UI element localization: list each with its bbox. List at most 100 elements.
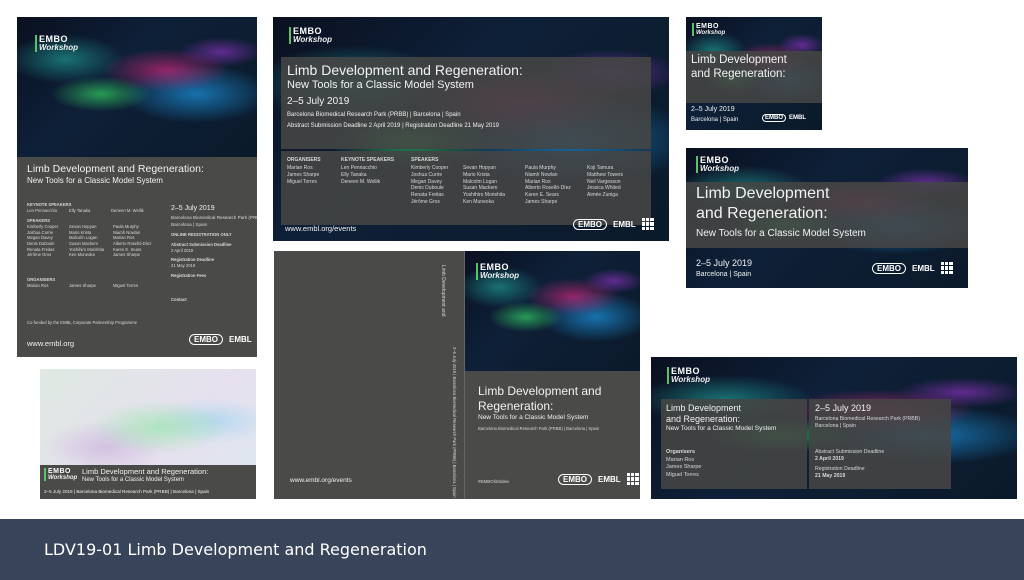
flyer-deadlines: Abstract Submission Deadline 2 April 201… [287,123,500,129]
wide-banner-reg-label: Registration Deadline [815,466,865,472]
footer-bar: LDV19-01 Limb Development and Regenerati… [0,519,1024,580]
organiser-name: Miguel Torres [666,471,699,478]
speaker-name: Jérôme Gros [411,198,440,205]
speaker-name: Aimée Zuniga [587,192,618,198]
poster-speakers-col-3: Paula Murphy Niamh Nowlan Marian Ros Alb… [113,224,151,258]
poster-organisers-label: ORGANISERS [27,277,56,282]
medium-banner-title-2: and Regeneration: [696,205,828,222]
poster-title: Limb Development and Regeneration: [27,163,204,175]
embl-logo: EMBL [613,219,636,229]
organiser-name: Marian Ros [666,457,695,463]
poster-keynote-label: KEYNOTE SPEAKERS [27,202,72,207]
strip-banner-title: Limb Development and Regeneration: [82,467,209,476]
flyer-subtitle: New Tools for a Classic Model System [287,79,474,91]
speaker-name: James Sharpe [525,198,558,205]
embl-grid-icon [940,262,953,274]
speaker-name: Koji Tamura [587,165,614,171]
flyer-brand-logos: EMBO EMBL [573,218,654,230]
keynote-name: Len Pennacchio [341,165,377,171]
poster-organiser-2: James Sharpe [69,283,96,288]
flyer-speakers-label: SPEAKERS [411,157,439,163]
portfolio-canvas: EMBO Workshop Limb Development and Regen… [0,0,1024,580]
poster-abstract-label: Abstract Submission Deadline [171,242,232,247]
small-banner-title-1: Limb Development [691,54,787,66]
flyer-dates: 2–5 July 2019 [287,96,350,107]
poster-organiser-3: Miguel Torres [113,283,139,288]
flyer-venue: Barcelona Biomedical Research Park (PRBB… [287,112,461,118]
embo-workshop-logo: EMBO Workshop [476,263,519,280]
speaker-name: Susan Mackem [463,185,498,192]
medium-banner-card: EMBO Workshop Limb Development and Regen… [686,148,968,288]
embl-grid-icon [626,473,639,485]
embo-workshop-logo: EMBO Workshop [696,156,739,173]
embo-logo: EMBO [189,333,223,345]
poster-venue: Barcelona Biomedical Research Park (PRBB… [171,215,257,220]
workshop-wordmark: Workshop [293,35,332,44]
flyer-speakers-col-1: Kimberly Cooper Joshua Currie Megan Dave… [411,165,448,206]
poster-contact-label: Contact [171,297,187,302]
embl-logo: EMBL [789,115,806,121]
workshop-wordmark: Workshop [48,475,78,481]
embo-workshop-logo: EMBO Workshop [691,23,726,36]
wide-banner-card: EMBO Workshop Limb Development and Regen… [651,357,1017,499]
flyer-organisers-label: ORGANISERS [287,157,321,163]
speaker-name: Malcolm Logan [463,178,497,185]
organiser-name: James Sharpe [287,171,320,178]
flyer-card: EMBO Workshop Limb Development and Regen… [273,17,669,241]
cover-card: Limb Development and 2–5 July 2019 | Bar… [274,251,640,499]
cover-title-2: Regeneration: [478,399,554,413]
workshop-wordmark: Workshop [696,30,726,36]
embo-workshop-logo: EMBO Workshop [43,468,78,481]
speaker-name: Ken Muneoka [69,252,95,258]
flyer-keynote-label: KEYNOTE SPEAKERS [341,157,395,163]
embo-wordmark: EMBO [696,23,719,30]
small-banner-title-2: and Regeneration: [691,68,786,80]
workshop-wordmark: Workshop [671,375,710,384]
speaker-name: Ken Muneoka [463,198,494,205]
cover-spine-dates: 2–5 July 2019 | Barcelona Biomedical Res… [452,347,457,498]
embo-workshop-logo: EMBO Workshop [667,367,710,384]
poster-speakers-col-1: Kimberly Cooper Joshua Currie Megan Dave… [27,224,58,258]
poster-keynote-2: Elly Tanaka [69,208,91,213]
workshop-wordmark: Workshop [39,43,78,52]
flyer-speakers-col-3: Paula Murphy Niamh Nowlan Marian Ros Alb… [525,165,571,206]
speaker-name: Neil Vargesson [587,178,621,185]
speaker-name: Kimberly Cooper [27,224,59,229]
wide-banner-location: Barcelona | Spain [815,423,856,429]
cover-spine-title: Limb Development and [440,265,446,317]
cover-info: Barcelona Biomedical Research Park (PRBB… [478,426,600,431]
wide-banner-dates: 2–5 July 2019 [815,403,872,413]
medium-banner-title-1: Limb Development [696,185,830,202]
strip-banner-info: 2–5 July 2019 | Barcelona Biomedical Res… [44,489,210,494]
flyer-speakers-col-4: Koji Tamura Matthew Towers Neil Vargesso… [587,165,623,199]
cover-website: www.embl.org/events [290,477,352,484]
speaker-name: Jérôme Gros [27,252,52,258]
footer-title: LDV19-01 Limb Development and Regenerati… [44,540,427,559]
wide-banner-title-2: and Regeneration: [666,414,741,424]
speaker-name: Denis Duboule [411,185,444,192]
poster-fees-label: Registration Fees [171,273,207,278]
keynote-name: Deneen M. Wellik [341,178,381,185]
speaker-name: James Sharpe [113,252,140,258]
medium-banner-brand-logos: EMBO EMBL [872,262,953,274]
flyer-speakers-col-2: Sevan Hopyan Mario Krista Malcolm Logan … [463,165,505,206]
speaker-name: Megan Davey [411,178,442,185]
organiser-name: Miguel Torres [287,178,317,185]
speaker-name: Jessica Whited [587,185,621,192]
embo-workshop-logo: EMBO Workshop [35,35,78,52]
poster-reg-label: Registration Deadline [171,257,215,262]
strip-banner-subtitle: New Tools for a Classic Model System [82,477,184,483]
embo-logo: EMBO [558,473,592,485]
cover-subtitle: New Tools for a Classic Model System [478,414,589,421]
poster-speakers-label: SPEAKERS [27,218,51,223]
wide-banner-title-1: Limb Development [666,403,742,413]
small-banner-card: EMBO Workshop Limb Development and Regen… [686,17,822,130]
flyer-title: Limb Development and Regeneration: [287,62,523,78]
poster-brand-logos: EMBO EMBL [189,333,257,345]
embo-wordmark: EMBO [48,468,71,475]
speaker-name: Kimberly Cooper [411,165,449,171]
poster-speakers-col-2: Sevan Hopyan Mario Krista Malcolm Logan … [69,224,104,258]
wide-banner-organisers-label: Organisers [666,449,696,455]
keynote-name: Elly Tanaka [341,171,367,178]
workshop-wordmark: Workshop [700,164,739,173]
